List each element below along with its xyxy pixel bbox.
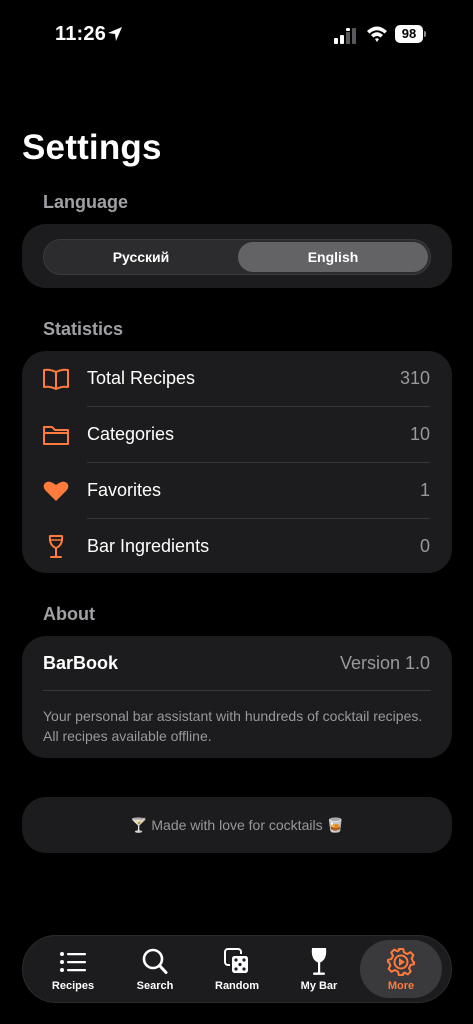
tab-label: My Bar — [300, 980, 338, 992]
stat-value: 0 — [419, 536, 430, 556]
battery-level: 98 — [395, 25, 423, 43]
stat-label: Bar Ingredients — [87, 536, 210, 556]
app-description: Your personal bar assistant with hundred… — [43, 708, 423, 744]
wifi-icon — [367, 26, 387, 42]
search-icon — [142, 948, 168, 974]
statistics-card: Total Recipes 310 Categories 10 Favorite… — [22, 351, 452, 573]
stat-label: Favorites — [87, 480, 162, 500]
list-icon — [60, 952, 86, 972]
made-with-love-text: 🍸 Made with love for cocktails 🥃 — [130, 817, 344, 833]
status-time: 11:26 — [55, 23, 107, 45]
book-icon — [43, 368, 69, 390]
language-card: Русский English — [22, 224, 452, 288]
language-header: Language — [43, 192, 129, 212]
stat-value: 310 — [399, 368, 430, 388]
about-card: BarBook Version 1.0 Your personal bar as… — [22, 636, 452, 758]
tab-my-bar[interactable]: My Bar — [278, 940, 360, 998]
cellular-signal-icon — [334, 28, 356, 44]
statistics-header: Statistics — [43, 319, 124, 339]
about-header: About — [43, 604, 95, 624]
language-segmented-control: Русский English — [43, 239, 431, 275]
page-title: Settings — [22, 128, 162, 167]
app-version: Version 1.0 — [339, 653, 430, 673]
made-with-love-card: 🍸 Made with love for cocktails 🥃 — [22, 797, 452, 853]
stat-label: Total Recipes — [87, 368, 196, 388]
language-option-english[interactable]: English — [238, 242, 428, 272]
wine-glass-icon — [311, 948, 327, 975]
tab-label: Search — [136, 980, 174, 992]
stat-value: 1 — [419, 480, 430, 500]
stat-row-favorites: Favorites 1 — [22, 463, 452, 519]
wine-glass-icon — [48, 535, 64, 558]
stat-row-bar-ingredients: Bar Ingredients 0 — [22, 519, 452, 575]
app-name: BarBook — [43, 653, 119, 673]
location-arrow-icon — [108, 27, 122, 41]
dice-icon — [224, 948, 250, 975]
tab-more[interactable]: More — [360, 940, 442, 998]
status-bar: 11:26 98 — [0, 0, 473, 70]
heart-icon — [43, 481, 69, 501]
stat-row-categories: Categories 10 — [22, 407, 452, 463]
stat-label: Categories — [87, 424, 175, 444]
tab-label: More — [387, 980, 415, 992]
tab-search[interactable]: Search — [114, 940, 196, 998]
tab-bar: Recipes Search Random My Bar More — [22, 935, 452, 1003]
battery-cap — [424, 31, 426, 37]
tab-label: Random — [215, 980, 259, 992]
language-option-russian[interactable]: Русский — [46, 242, 236, 272]
stat-row-total-recipes: Total Recipes 310 — [22, 351, 452, 407]
folder-icon — [43, 426, 69, 445]
tab-label: Recipes — [51, 980, 95, 992]
tab-random[interactable]: Random — [196, 940, 278, 998]
divider — [43, 690, 431, 691]
tab-recipes[interactable]: Recipes — [32, 940, 114, 998]
stat-value: 10 — [409, 424, 430, 444]
gear-icon — [387, 948, 415, 976]
battery-indicator: 98 — [395, 25, 426, 43]
